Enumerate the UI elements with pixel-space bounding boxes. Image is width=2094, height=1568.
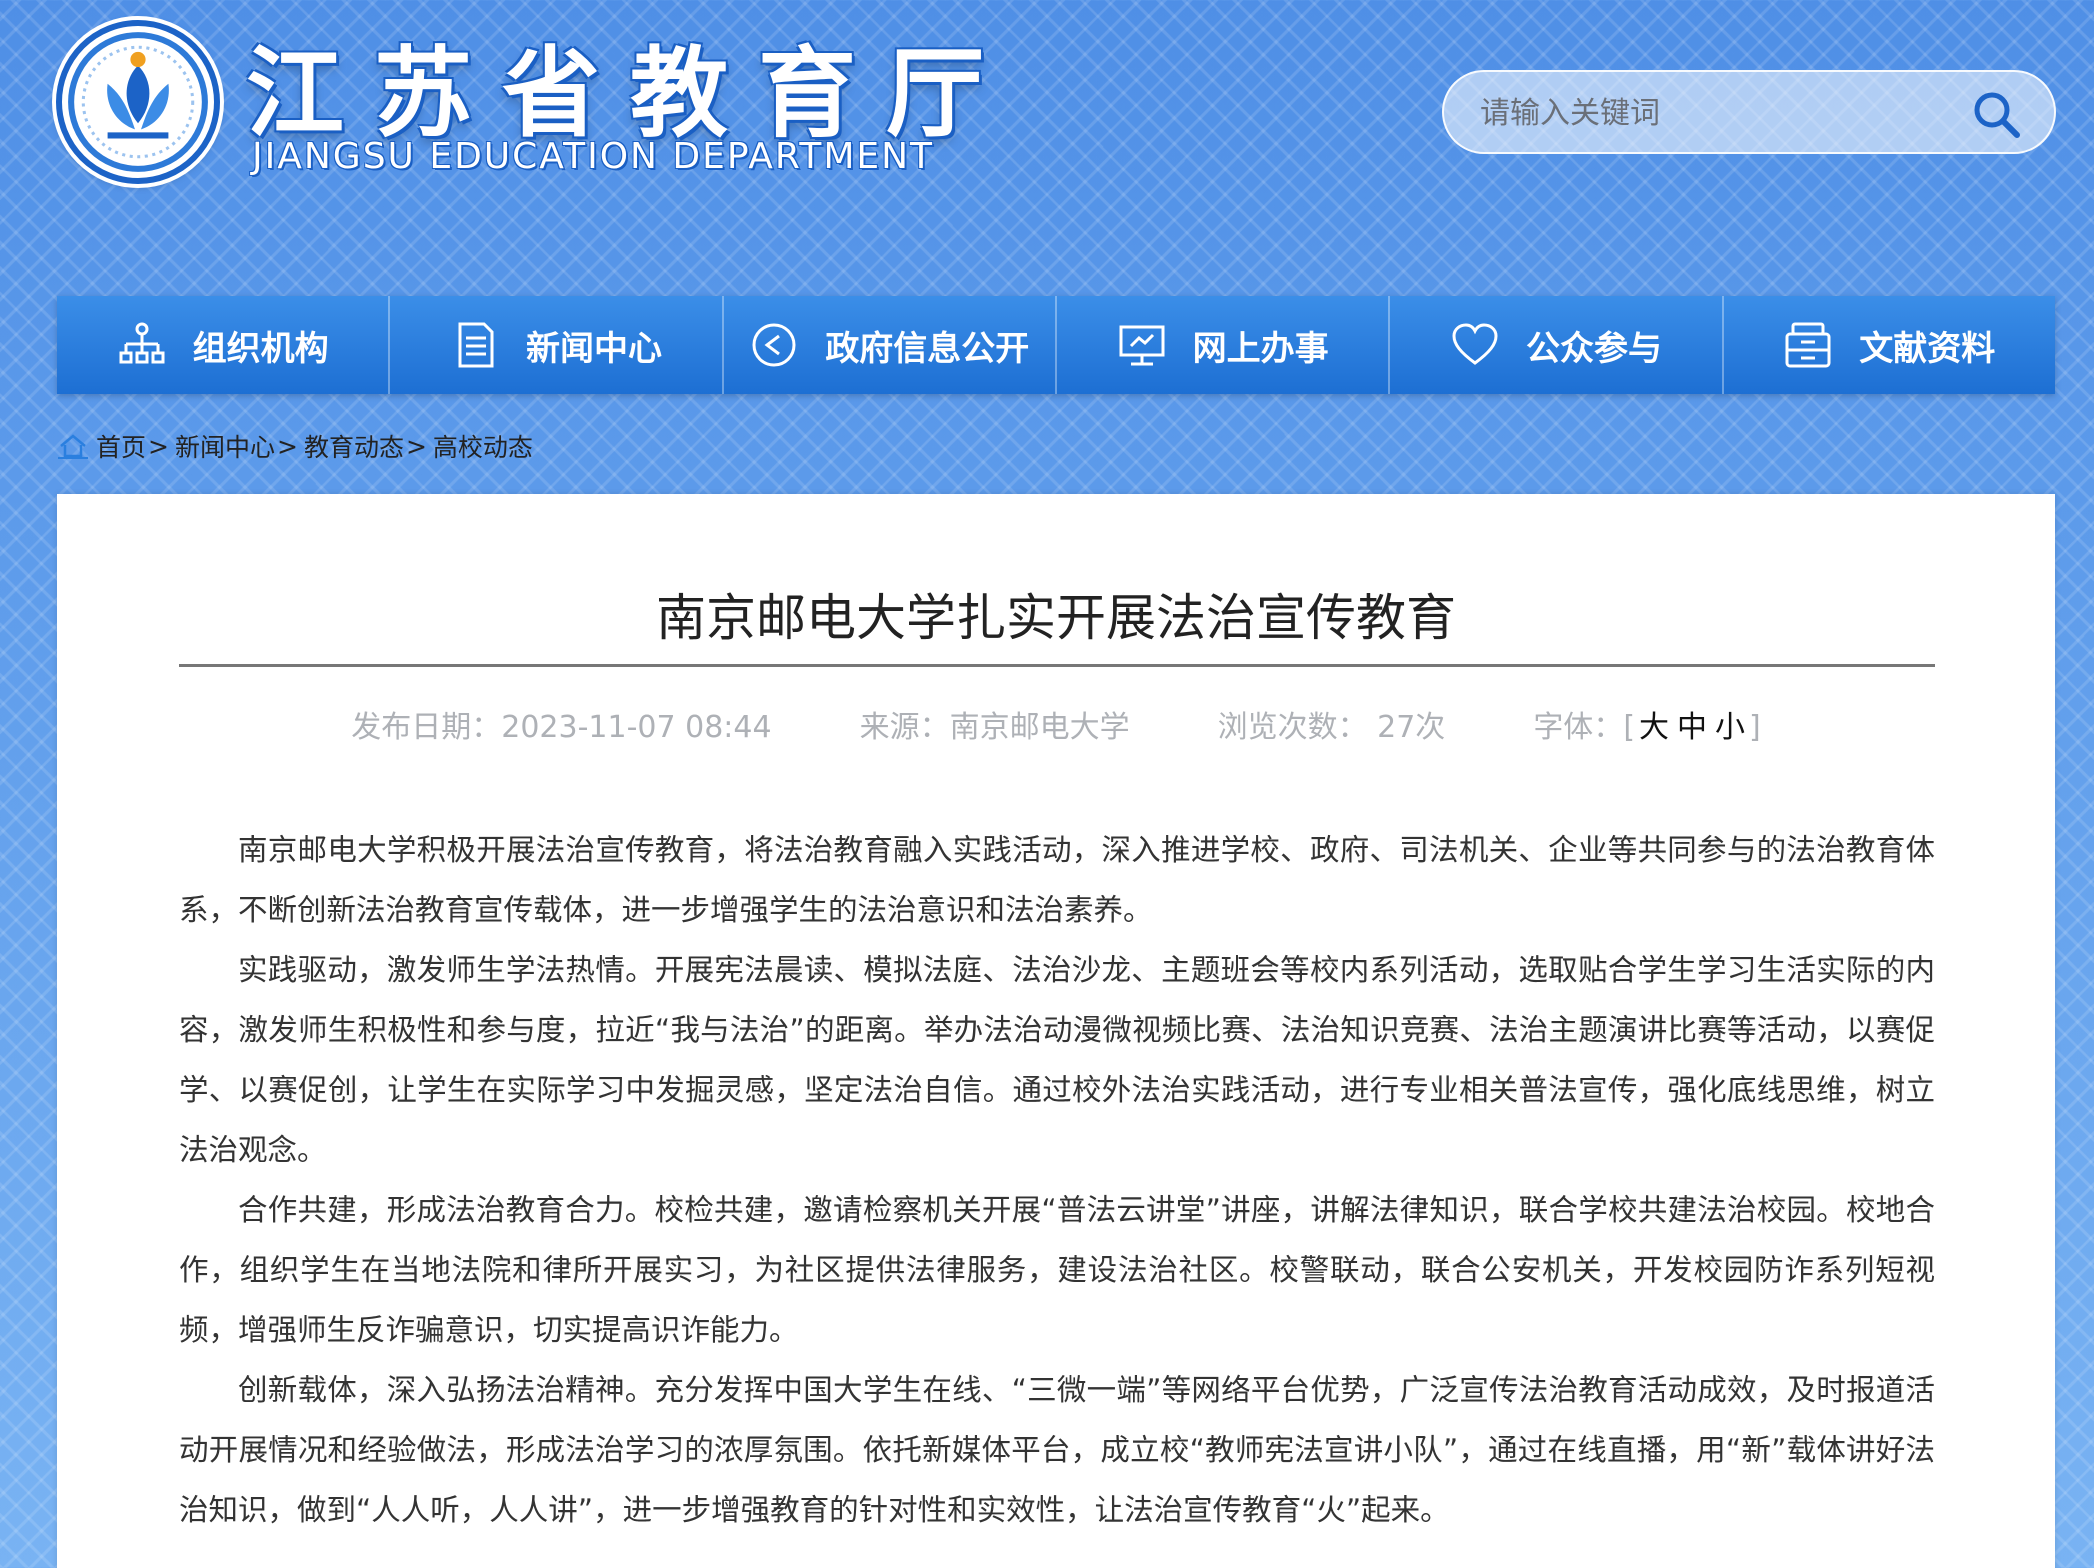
nav-item-online-service[interactable]: 网上办事 (1057, 296, 1391, 394)
site-subtitle: JIANGSU EDUCATION DEPARTMENT (252, 136, 935, 177)
site-logo[interactable] (56, 20, 220, 184)
article-source: 来源：南京邮电大学 (859, 710, 1130, 745)
title-divider (179, 664, 1935, 667)
article-paragraph: 实践驱动，激发师生学法热情。开展宪法晨读、模拟法庭、法治沙龙、主题班会等校内系列… (179, 953, 1935, 1167)
breadcrumb-home[interactable]: 首页 (96, 428, 146, 464)
logo-emblem-icon (68, 32, 208, 172)
monitor-icon (1119, 325, 1165, 366)
view-count: 浏览次数： 27次 (1217, 710, 1446, 745)
nav-item-gov-info[interactable]: 政府信息公开 (724, 296, 1057, 394)
font-size-label: 字体： (1533, 710, 1624, 745)
home-icon (58, 434, 88, 459)
publish-date: 发布日期：2023-11-07 08:44 (351, 710, 772, 745)
main-nav: 组织机构 新闻中心 政府信息公开 网上办事 公众参与 文献资料 (57, 296, 2055, 394)
nav-item-label: 网上办事 (1192, 328, 1329, 369)
font-size-large-button[interactable]: 大 (1639, 710, 1669, 745)
breadcrumb-separator: > (276, 431, 298, 461)
nav-item-label: 新闻中心 (525, 328, 662, 369)
breadcrumb-separator: > (148, 431, 169, 461)
breadcrumb: 首页 > 新闻中心 > 教育动态 > 高校动态 (58, 428, 533, 464)
nav-item-label: 组织机构 (192, 328, 329, 369)
article-body: 南京邮电大学积极开展法治宣传教育，将法治教育融入实践活动，深入推进学校、政府、司… (179, 820, 1935, 1540)
font-size-control: 字体：[大中小] (1533, 710, 1761, 745)
search-icon (1974, 92, 2020, 138)
article-title: 南京邮电大学扎实开展法治宣传教育 (656, 589, 1456, 647)
article-paragraph: 南京邮电大学积极开展法治宣传教育，将法治教育融入实践活动，深入推进学校、政府、司… (179, 833, 1935, 927)
nav-item-news[interactable]: 新闻中心 (390, 296, 724, 394)
nav-item-label: 公众参与 (1525, 328, 1662, 369)
nav-item-organization[interactable]: 组织机构 (57, 296, 391, 394)
nav-item-label: 政府信息公开 (825, 328, 1030, 369)
article-paragraph: 合作共建，形成法治教育合力。校检共建，邀请检察机关开展“普法云讲堂”讲座，讲解法… (179, 1193, 1935, 1347)
article-paragraph: 创新载体，深入弘扬法治精神。充分发挥中国大学生在线、“三微一端”等网络平台优势，… (179, 1373, 1935, 1527)
font-size-small-button[interactable]: 小 (1715, 710, 1745, 745)
site-title: 江苏省教育厅 (246, 37, 1015, 151)
search-button[interactable] (1970, 88, 2024, 140)
nav-item-public-participation[interactable]: 公众参与 (1390, 296, 1724, 394)
search-input[interactable] (1480, 86, 1960, 140)
nav-item-documents[interactable]: 文献资料 (1724, 296, 2055, 394)
search-box (1442, 70, 2056, 154)
article-container: 南京邮电大学扎实开展法治宣传教育 发布日期：2023-11-07 08:44 来… (57, 494, 2055, 1568)
heart-icon (1452, 323, 1498, 365)
play-circle-icon (752, 323, 796, 367)
org-chart-icon (119, 322, 165, 364)
breadcrumb-news-center[interactable]: 新闻中心 (175, 428, 275, 464)
font-size-medium-button[interactable]: 中 (1677, 710, 1707, 745)
article-meta: 发布日期：2023-11-07 08:44 来源：南京邮电大学 浏览次数： 27… (57, 702, 2055, 746)
archive-icon (1785, 322, 1831, 368)
site-header: 江苏省教育厅 JIANGSU EDUCATION DEPARTMENT (0, 0, 2094, 290)
document-icon (458, 322, 494, 368)
nav-item-label: 文献资料 (1859, 328, 1996, 369)
breadcrumb-separator: > (405, 431, 427, 461)
breadcrumb-education-news[interactable]: 教育动态 (304, 428, 404, 464)
breadcrumb-university-news[interactable]: 高校动态 (433, 428, 533, 464)
